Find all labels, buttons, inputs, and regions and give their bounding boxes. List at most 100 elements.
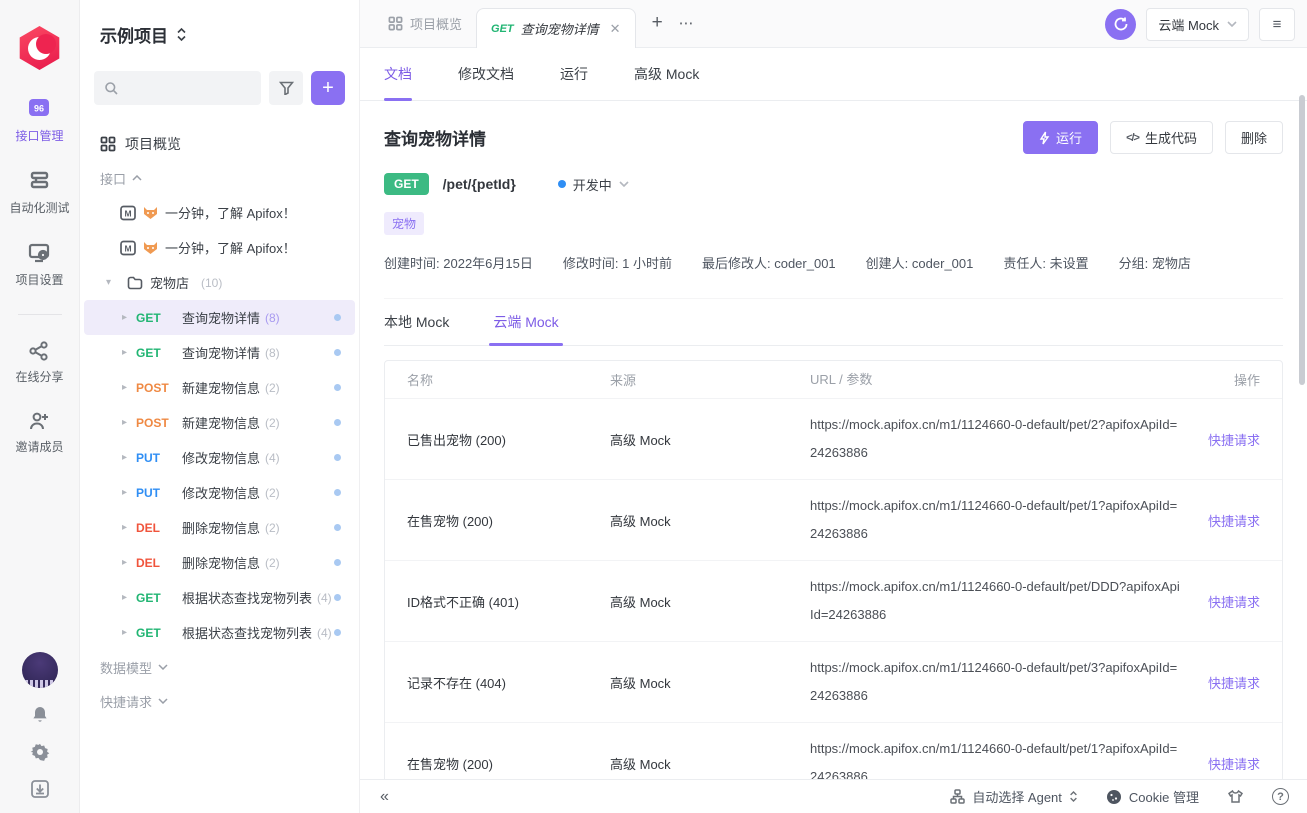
environment-menu-button[interactable]: ≡ [1259, 8, 1295, 41]
api-tree-item[interactable]: ▸ PUT 修改宠物信息 (4) [84, 440, 355, 475]
tab-docs[interactable]: 文档 [384, 48, 412, 101]
api-tree-item[interactable]: ▸ POST 新建宠物信息 (2) [84, 405, 355, 440]
sidebar-item-project-overview[interactable]: 项目概览 [80, 127, 359, 161]
api-management-icon: 96 [26, 96, 52, 120]
rail-item-project-settings[interactable]: 项目设置 [15, 242, 63, 288]
method-badge: GET [384, 173, 429, 195]
new-tab-button[interactable]: + [636, 0, 679, 47]
tab-cloud-mock[interactable]: 云端 Mock [493, 312, 558, 345]
mock-table-header: 名称 来源 URL / 参数 操作 [385, 361, 1282, 399]
rail-item-api-management[interactable]: 96 接口管理 [15, 96, 63, 144]
search-input[interactable] [94, 71, 261, 105]
refresh-icon [1113, 16, 1129, 32]
apifox-logo[interactable] [18, 26, 62, 70]
tab-active-endpoint[interactable]: GET 查询宠物详情 ✕ [476, 8, 636, 48]
section-data-models[interactable]: 数据模型 [80, 650, 359, 684]
project-switcher[interactable]: 示例项目 [80, 22, 359, 47]
chevron-down-icon: ▾ [106, 277, 120, 288]
app-window: 96 接口管理 自动化测试 项目设置 在线分享 [0, 0, 1307, 813]
quick-request-link[interactable]: 快捷请求 [1208, 433, 1260, 448]
hamburger-icon: ≡ [1273, 16, 1282, 33]
lightning-icon [1039, 131, 1050, 145]
quick-request-link[interactable]: 快捷请求 [1208, 514, 1260, 529]
more-tabs-icon[interactable]: ⋯ [679, 0, 695, 47]
api-tree-item[interactable]: ▸ POST 新建宠物信息 (2) [84, 370, 355, 405]
svg-text:M: M [124, 243, 131, 253]
tab-edit-docs[interactable]: 修改文档 [458, 48, 514, 101]
endpoint-path: /pet/{petId} [443, 176, 516, 192]
agent-selector[interactable]: 自动选择 Agent [950, 787, 1078, 806]
api-tree-item-selected[interactable]: ▸ GET 查询宠物详情 (8) [84, 300, 355, 335]
endpoint-header: 查询宠物详情 运行 </> 生成代码 删除 [384, 121, 1283, 154]
doc-item[interactable]: M 一分钟，了解 Apifox！ [84, 230, 355, 265]
user-avatar[interactable] [22, 652, 58, 688]
endpoint-meta: 创建时间: 2022年6月15日 修改时间: 1 小时前 最后修改人: code… [384, 253, 1283, 272]
api-tree-item[interactable]: ▸ PUT 修改宠物信息 (2) [84, 475, 355, 510]
unsaved-dot [334, 489, 341, 496]
tab-title: 查询宠物详情 [521, 19, 599, 38]
status-selector[interactable]: 开发中 [558, 175, 629, 194]
api-tree-item[interactable]: ▸ GET 根据状态查找宠物列表 (4) [84, 615, 355, 650]
quick-request-link[interactable]: 快捷请求 [1208, 757, 1260, 772]
rail-item-online-share[interactable]: 在线分享 [15, 341, 63, 385]
collapse-sidebar-icon[interactable]: « [380, 788, 389, 806]
fox-icon [143, 241, 158, 255]
project-name: 示例项目 [100, 22, 168, 47]
endpoint-actions: 运行 </> 生成代码 删除 [1023, 121, 1283, 154]
folder-petstore[interactable]: ▾ 宠物店 (10) [84, 265, 355, 300]
invite-member-icon [28, 411, 50, 431]
filter-funnel-icon [279, 81, 294, 95]
cookie-manager[interactable]: Cookie 管理 [1106, 787, 1199, 806]
settings-gear-icon[interactable] [30, 742, 50, 762]
doc-item[interactable]: M 一分钟，了解 Apifox！ [84, 195, 355, 230]
delete-button[interactable]: 删除 [1225, 121, 1283, 154]
meta-group: 分组: 宠物店 [1119, 253, 1191, 272]
rail-item-invite-member[interactable]: 邀请成员 [15, 411, 63, 455]
vertical-scrollbar[interactable] [1299, 95, 1305, 385]
section-api[interactable]: 接口 [80, 161, 359, 195]
status-dot [558, 180, 566, 188]
unsaved-dot [334, 629, 341, 636]
rail-item-automated-testing[interactable]: 自动化测试 [9, 170, 69, 216]
api-tree-item[interactable]: ▸ DEL 删除宠物信息 (2) [84, 510, 355, 545]
endpoint-content: 查询宠物详情 运行 </> 生成代码 删除 [360, 101, 1307, 779]
help-icon[interactable]: ? [1272, 788, 1289, 805]
api-tree: M 一分钟，了解 Apifox！ M 一分钟，了解 Apifox！ ▾ [80, 195, 359, 650]
sidebar-search-row: + [80, 71, 359, 105]
quick-request-link[interactable]: 快捷请求 [1208, 595, 1260, 610]
chevron-down-icon [1227, 21, 1237, 27]
generate-code-button[interactable]: </> 生成代码 [1110, 121, 1213, 154]
status-bar: « 自动选择 Agent Cookie 管理 [360, 779, 1307, 813]
statusbar-right: 自动选择 Agent Cookie 管理 ? [950, 787, 1289, 806]
filter-button[interactable] [269, 71, 303, 105]
tabbar-right-controls: 云端 Mock ≡ [1105, 0, 1295, 48]
api-tree-item[interactable]: ▸ GET 根据状态查找宠物列表 (4) [84, 580, 355, 615]
markdown-doc-icon: M [120, 205, 136, 221]
unsaved-dot [334, 314, 341, 321]
clothes-theme-icon[interactable] [1227, 789, 1244, 805]
section-quick-request[interactable]: 快捷请求 [80, 684, 359, 718]
mock-table: 名称 来源 URL / 参数 操作 已售出宠物 (200) 高级 Mock ht… [384, 360, 1283, 779]
tab-project-overview[interactable]: 项目概览 [374, 0, 476, 47]
svg-text:M: M [124, 208, 131, 218]
api-tree-item[interactable]: ▸ DEL 删除宠物信息 (2) [84, 545, 355, 580]
code-icon: </> [1126, 132, 1139, 144]
download-client-icon[interactable] [30, 779, 50, 799]
endpoint-method-line: GET /pet/{petId} 开发中 [384, 173, 1283, 195]
tab-run[interactable]: 运行 [560, 48, 588, 101]
rail-divider [18, 314, 62, 315]
tag-pet[interactable]: 宠物 [384, 212, 424, 235]
sync-button[interactable] [1105, 9, 1136, 40]
add-button[interactable]: + [311, 71, 345, 105]
chevron-right-icon: ▸ [122, 452, 136, 463]
close-tab-icon[interactable]: ✕ [610, 21, 621, 37]
chevron-right-icon: ▸ [122, 592, 136, 603]
api-tree-item[interactable]: ▸ GET 查询宠物详情 (8) [84, 335, 355, 370]
tab-advanced-mock[interactable]: 高级 Mock [634, 48, 699, 101]
run-button[interactable]: 运行 [1023, 121, 1098, 154]
quick-request-link[interactable]: 快捷请求 [1208, 676, 1260, 691]
tab-local-mock[interactable]: 本地 Mock [384, 312, 449, 345]
chevron-right-icon: ▸ [122, 347, 136, 358]
environment-selector[interactable]: 云端 Mock [1146, 8, 1249, 41]
notifications-bell-icon[interactable] [30, 705, 50, 725]
